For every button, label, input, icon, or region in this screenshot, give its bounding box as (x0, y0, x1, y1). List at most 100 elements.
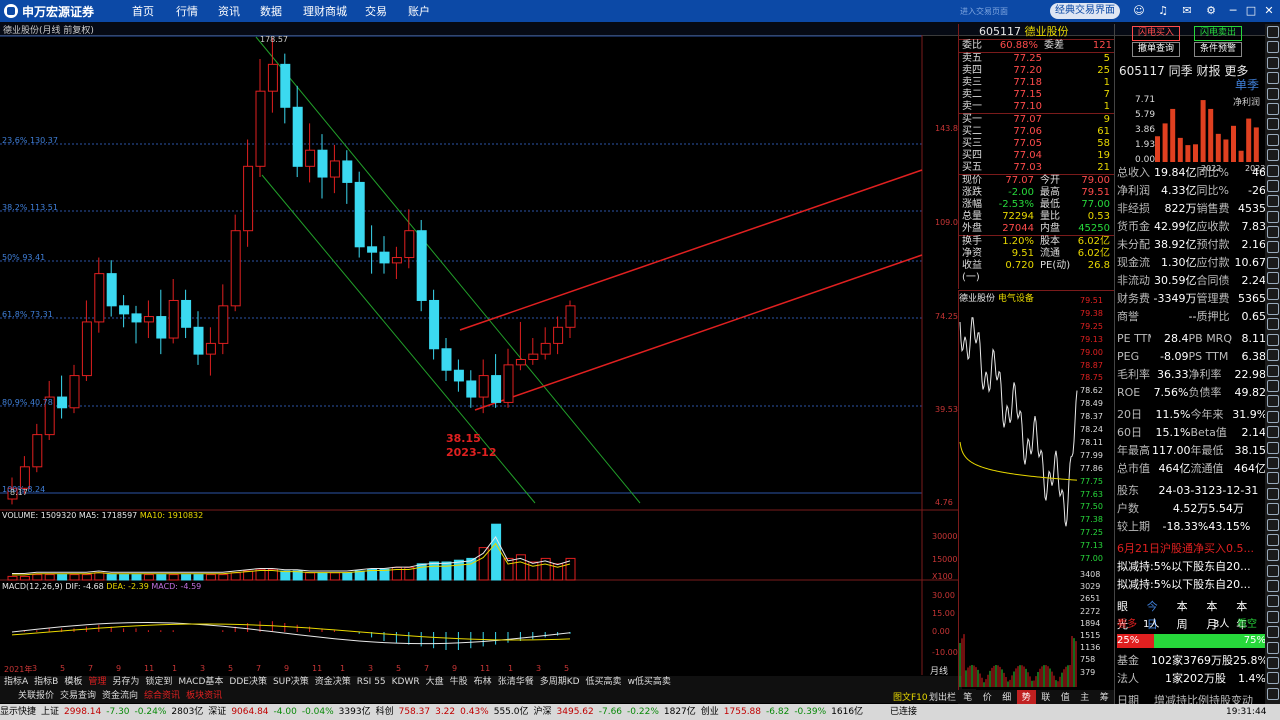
quote-tab-3[interactable]: 势 (1016, 690, 1036, 704)
maximize-icon[interactable]: □ (1244, 4, 1258, 18)
indicator-tab-2[interactable]: 模板 (64, 677, 82, 687)
tool-icon[interactable] (1267, 456, 1279, 469)
tool-icon[interactable] (1267, 533, 1279, 546)
tool-icon[interactable] (1267, 487, 1279, 500)
sell-level[interactable]: 卖三 77.18 1 (959, 77, 1115, 89)
buy-level[interactable]: 买一 77.07 9 (959, 114, 1115, 126)
fin-news-item[interactable]: 拟减持:5%以下股东自20... (1117, 558, 1266, 576)
up-channel-upper[interactable] (459, 169, 923, 331)
tool-icon[interactable] (1267, 610, 1279, 623)
indicator-tab-12[interactable]: 大盘 (426, 677, 444, 687)
info-tab-3[interactable]: 综合资讯 (144, 691, 180, 701)
tool-icon[interactable] (1267, 364, 1279, 377)
tool-icon[interactable] (1267, 195, 1279, 208)
classic-trade-button[interactable]: 经典交易界面 (1050, 3, 1120, 19)
tool-icon[interactable] (1267, 164, 1279, 177)
tool-icon[interactable] (1267, 210, 1279, 223)
tool-icon[interactable] (1267, 349, 1279, 362)
buy-level[interactable]: 买三 77.05 58 (959, 138, 1115, 150)
indicator-tab-11[interactable]: KDWR (392, 677, 420, 687)
info-tab-0[interactable]: 关联报价 (18, 691, 54, 701)
buy-level[interactable]: 买四 77.04 19 (959, 150, 1115, 162)
eye-tab-4[interactable]: 本年 (1236, 598, 1258, 631)
tool-icon[interactable] (1267, 133, 1279, 146)
nav-data[interactable]: 数据 (260, 3, 282, 19)
tool-icon[interactable] (1267, 395, 1279, 408)
indicator-tab-0[interactable]: 指标A (4, 677, 28, 687)
nav-account[interactable]: 账户 (408, 3, 430, 19)
sell-level[interactable]: 卖五 77.25 5 (959, 53, 1115, 65)
indicator-tab-1[interactable]: 指标B (34, 677, 58, 687)
indicator-tab-18[interactable]: w低买高卖 (628, 677, 671, 687)
flash-buy-button[interactable]: 闪电买入 (1132, 26, 1180, 41)
tool-icon[interactable] (1267, 580, 1279, 593)
fin-tab-report[interactable]: 财报 (1196, 64, 1220, 78)
indicator-tab-3[interactable]: 管理 (88, 677, 106, 687)
fin-tab-same-season[interactable]: 同季 (1169, 64, 1193, 78)
tool-icon[interactable] (1267, 626, 1279, 639)
indicator-tab-14[interactable]: 布林 (474, 677, 492, 687)
eye-tab-1[interactable]: 今日 (1147, 598, 1169, 631)
tool-icon[interactable] (1267, 518, 1279, 531)
tool-icon[interactable] (1267, 687, 1279, 700)
tool-icon[interactable] (1267, 333, 1279, 346)
info-tab-1[interactable]: 交易查询 (60, 691, 96, 701)
tool-icon[interactable] (1267, 672, 1279, 685)
nav-wealth[interactable]: 理财商城 (303, 3, 347, 19)
info-tab-4[interactable]: 板块资讯 (186, 691, 222, 701)
indicator-tab-16[interactable]: 多周期KD (540, 677, 580, 687)
tool-icon[interactable] (1267, 410, 1279, 423)
tool-icon[interactable] (1267, 118, 1279, 131)
indicator-tab-15[interactable]: 张清华餐 (498, 677, 534, 687)
tool-icon[interactable] (1267, 87, 1279, 100)
quote-tab-5[interactable]: 值 (1056, 690, 1076, 704)
indicator-tab-9[interactable]: 资金决策 (315, 677, 351, 687)
indicator-tab-7[interactable]: DDE决策 (229, 677, 267, 687)
sell-level[interactable]: 卖一 77.10 1 (959, 101, 1115, 113)
tool-icon[interactable] (1267, 26, 1279, 38)
kline-chart[interactable] (0, 35, 958, 675)
tool-icon[interactable] (1267, 426, 1279, 439)
tool-icon[interactable] (1267, 256, 1279, 269)
nav-trade[interactable]: 交易 (365, 3, 387, 19)
mail-icon[interactable]: ✉ (1180, 4, 1194, 18)
side-toggle[interactable]: 划出栏 (929, 690, 956, 703)
indicator-tab-5[interactable]: 锁定到 (145, 677, 172, 687)
tool-icon[interactable] (1267, 102, 1279, 115)
indicator-tab-6[interactable]: MACD基本 (178, 677, 223, 687)
user-icon[interactable]: ☺ (1132, 4, 1146, 18)
tool-icon[interactable] (1267, 595, 1279, 608)
tool-icon[interactable] (1267, 287, 1279, 300)
quote-tab-6[interactable]: 主 (1075, 690, 1095, 704)
tool-icon[interactable] (1267, 179, 1279, 192)
tool-icon[interactable] (1267, 441, 1279, 454)
tool-icon[interactable] (1267, 149, 1279, 162)
fin-period[interactable]: 单季 (1235, 76, 1259, 93)
indicator-tab-10[interactable]: RSI 55 (357, 677, 386, 687)
tool-icon[interactable] (1267, 641, 1279, 654)
quote-tab-1[interactable]: 价 (978, 690, 998, 704)
gear-icon[interactable]: ⚙ (1204, 4, 1218, 18)
indicator-tab-17[interactable]: 低买高卖 (586, 677, 622, 687)
buy-level[interactable]: 买二 77.06 61 (959, 126, 1115, 138)
quote-tab-4[interactable]: 联 (1036, 690, 1056, 704)
tool-icon[interactable] (1267, 56, 1279, 69)
minimize-icon[interactable]: ─ (1226, 4, 1240, 18)
intraday-chart[interactable] (958, 302, 1080, 687)
tool-icon[interactable] (1267, 226, 1279, 239)
eye-tab-0[interactable]: 眼光 (1117, 598, 1139, 631)
order-query-button[interactable]: 撤单查询 (1132, 42, 1180, 57)
eye-tab-3[interactable]: 本月 (1206, 598, 1228, 631)
nav-market[interactable]: 行情 (176, 3, 198, 19)
tool-icon[interactable] (1267, 41, 1279, 54)
condition-alert-button[interactable]: 条件预警 (1194, 42, 1242, 57)
eye-tab-2[interactable]: 本周 (1177, 598, 1199, 631)
buy-level[interactable]: 买五 77.03 21 (959, 162, 1115, 174)
tool-icon[interactable] (1267, 303, 1279, 316)
tool-icon[interactable] (1267, 549, 1279, 562)
flash-sell-button[interactable]: 闪电卖出 (1194, 26, 1242, 41)
indicator-tab-4[interactable]: 另存为 (112, 677, 139, 687)
sell-level[interactable]: 卖四 77.20 25 (959, 65, 1115, 77)
tool-icon[interactable] (1267, 657, 1279, 670)
tool-icon[interactable] (1267, 503, 1279, 516)
